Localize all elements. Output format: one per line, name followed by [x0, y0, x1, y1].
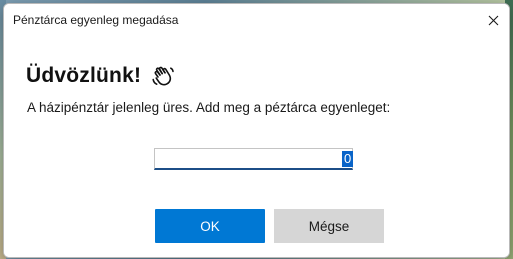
balance-dialog: Pénztárca egyenleg megadása Üdvözlünk! A: [3, 3, 510, 258]
balance-input-selected-text: 0: [342, 151, 354, 167]
window-title: Pénztárca egyenleg megadása: [13, 13, 179, 27]
welcome-heading: Üdvözlünk!: [26, 64, 175, 88]
dialog-content: Üdvözlünk! A házipénztár jelenleg üres. …: [4, 36, 509, 257]
close-icon: [488, 15, 498, 25]
ok-button[interactable]: OK: [155, 209, 265, 243]
balance-input[interactable]: [154, 148, 353, 170]
welcome-text: Üdvözlünk!: [26, 64, 142, 87]
title-bar: Pénztárca egyenleg megadása: [4, 4, 509, 36]
close-button[interactable]: [477, 4, 509, 36]
balance-prompt: A házipénztár jelenleg üres. Add meg a p…: [27, 100, 391, 115]
cancel-button[interactable]: Mégse: [274, 209, 384, 243]
waving-hand-icon: [152, 66, 174, 86]
